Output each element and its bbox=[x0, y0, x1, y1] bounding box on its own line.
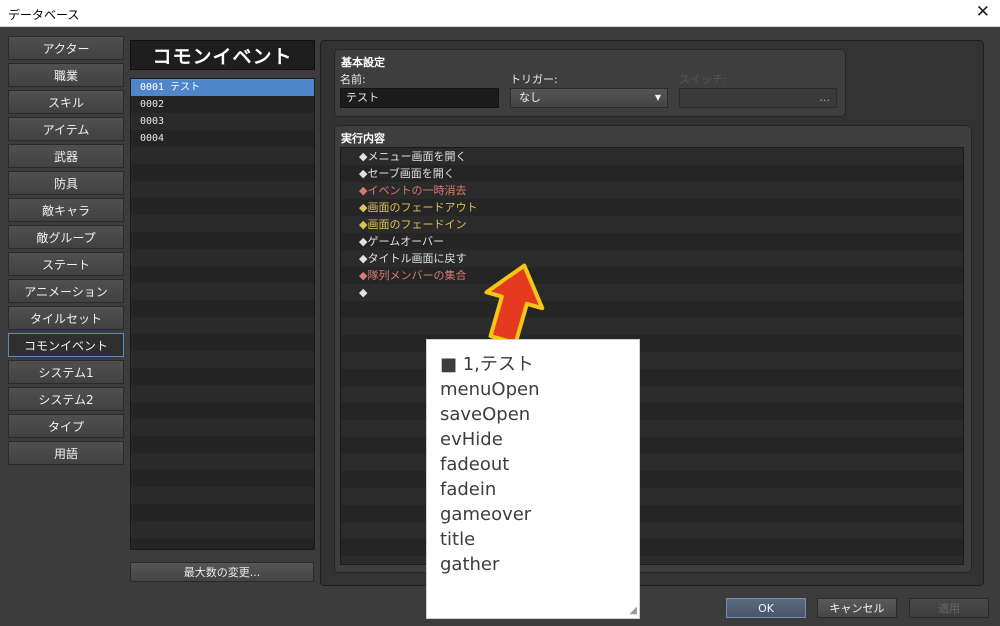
category-sidebar: アクター職業スキルアイテム武器防具敵キャラ敵グループステートアニメーション タイル… bbox=[8, 36, 124, 466]
category-tab[interactable]: タイルセット bbox=[8, 306, 124, 330]
switch-select-button: ... bbox=[679, 88, 837, 108]
category-tab[interactable]: 敵キャラ bbox=[8, 198, 124, 222]
command-row[interactable]: ◆ bbox=[341, 284, 963, 301]
note-line: menuOpen bbox=[440, 379, 540, 400]
note-line: ■ 1,テスト bbox=[440, 354, 534, 375]
common-event-header: コモンイベント bbox=[130, 40, 315, 70]
common-event-row[interactable]: 0001 テスト bbox=[131, 79, 314, 96]
name-label: 名前: bbox=[340, 73, 366, 86]
trigger-value: なし bbox=[519, 91, 541, 104]
command-row[interactable]: ◆隊列メンバーの集合 bbox=[341, 267, 963, 284]
common-event-row[interactable]: 0003 bbox=[131, 113, 314, 130]
category-tab[interactable]: 武器 bbox=[8, 144, 124, 168]
note-line: gather bbox=[440, 554, 500, 575]
trigger-label: トリガー: bbox=[510, 73, 558, 86]
resize-grip-icon[interactable]: ◢ bbox=[629, 605, 637, 616]
red-arrow-icon bbox=[484, 263, 545, 345]
common-event-row[interactable]: 0002 bbox=[131, 96, 314, 113]
category-tab[interactable]: 用語 bbox=[8, 441, 124, 465]
category-tab[interactable]: スキル bbox=[8, 90, 124, 114]
cancel-button[interactable]: キャンセル bbox=[817, 598, 897, 618]
change-max-button[interactable]: 最大数の変更... bbox=[130, 562, 314, 582]
command-row[interactable]: ◆メニュー画面を開く bbox=[341, 148, 963, 165]
basic-settings-title: 基本設定 bbox=[341, 56, 385, 69]
category-tab[interactable]: コモンイベント bbox=[8, 333, 124, 357]
command-row[interactable]: ◆画面のフェードアウト bbox=[341, 199, 963, 216]
category-tab[interactable]: 防具 bbox=[8, 171, 124, 195]
note-line: saveOpen bbox=[440, 404, 531, 425]
name-input[interactable]: テスト bbox=[340, 88, 499, 108]
category-tab[interactable]: アニメーション bbox=[8, 279, 124, 303]
category-tab[interactable]: タイプ bbox=[8, 414, 124, 438]
common-event-list[interactable]: 0001 テスト 0002 0003 0004 bbox=[130, 78, 315, 550]
contents-title: 実行内容 bbox=[341, 132, 385, 145]
window-titlebar: データベース ✕ bbox=[0, 0, 1000, 27]
note-line: fadeout bbox=[440, 454, 510, 475]
note-line: title bbox=[440, 529, 476, 550]
command-row[interactable]: ◆イベントの一時消去 bbox=[341, 182, 963, 199]
category-tab[interactable]: システム2 bbox=[8, 387, 124, 411]
note-line: fadein bbox=[440, 479, 497, 500]
category-tab[interactable]: 職業 bbox=[8, 63, 124, 87]
category-tab[interactable]: システム1 bbox=[8, 360, 124, 384]
command-row[interactable]: ◆ゲームオーバー bbox=[341, 233, 963, 250]
apply-button[interactable]: 適用 bbox=[909, 598, 989, 618]
category-tab[interactable]: 敵グループ bbox=[8, 225, 124, 249]
close-icon[interactable]: ✕ bbox=[976, 2, 990, 22]
note-overlay: ■ 1,テスト menuOpen saveOpen evHide fadeout fade… bbox=[426, 339, 640, 619]
command-row[interactable]: ◆画面のフェードイン bbox=[341, 216, 963, 233]
category-tab[interactable]: アイテム bbox=[8, 117, 124, 141]
trigger-select[interactable]: なし ▼ bbox=[510, 88, 668, 108]
command-row[interactable]: ◆タイトル画面に戻す bbox=[341, 250, 963, 267]
window-title: データベース bbox=[8, 8, 80, 22]
common-event-row[interactable]: 0004 bbox=[131, 130, 314, 147]
ok-button[interactable]: OK bbox=[726, 598, 806, 618]
command-row[interactable]: ◆セーブ画面を開く bbox=[341, 165, 963, 182]
note-line: evHide bbox=[440, 429, 503, 450]
category-tab[interactable]: アクター bbox=[8, 36, 124, 60]
category-tab[interactable]: ステート bbox=[8, 252, 124, 276]
chevron-down-icon: ▼ bbox=[654, 93, 661, 102]
note-line: gameover bbox=[440, 504, 532, 525]
switch-label: スイッチ: bbox=[679, 73, 727, 86]
